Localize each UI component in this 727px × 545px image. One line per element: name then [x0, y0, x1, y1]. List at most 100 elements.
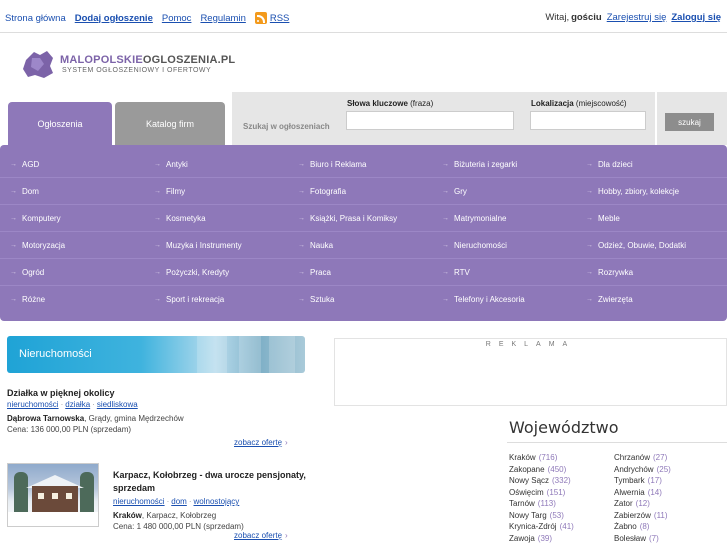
category-link[interactable]: → Zwierzęta	[586, 295, 633, 304]
city-link[interactable]: Zabierzów (11)	[614, 511, 668, 520]
category-link[interactable]: → Sztuka	[298, 295, 334, 304]
category-link[interactable]: → Gry	[442, 187, 467, 196]
category-link[interactable]: → RTV	[442, 268, 470, 277]
keywords-label: Słowa kluczowe (fraza)	[347, 99, 434, 108]
category-link[interactable]: → Ogród	[10, 268, 44, 277]
category-label: Kosmetyka	[166, 214, 206, 223]
city-name: Krynica-Zdrój	[509, 522, 557, 531]
city-link[interactable]: Zakopane (450)	[509, 465, 566, 474]
city-name: Żabno	[614, 522, 637, 531]
city-link[interactable]: Bolesław (7)	[614, 534, 659, 543]
category-link[interactable]: → Komputery	[10, 214, 61, 223]
category-link[interactable]: → Rozrywka	[586, 268, 633, 277]
category-link[interactable]: → AGD	[10, 160, 39, 169]
category-link[interactable]: → Biżuteria i zegarki	[442, 160, 517, 169]
city-link[interactable]: Nowy Targ (53)	[509, 511, 564, 520]
city-link[interactable]: Kraków (716)	[509, 453, 557, 462]
category-label: Komputery	[22, 214, 61, 223]
keywords-input[interactable]	[346, 111, 514, 130]
category-link[interactable]: → Sport i rekreacja	[154, 295, 224, 304]
tab-business-catalog[interactable]: Katalog firm	[115, 102, 225, 146]
city-count: (53)	[549, 510, 564, 520]
register-link[interactable]: Zarejestruj się	[607, 12, 667, 23]
add-listing-link[interactable]: Dodaj ogłoszenie	[75, 13, 153, 24]
site-logo[interactable]: MALOPOLSKIEOGLOSZENIA.PL SYSTEM OGŁOSZEN…	[20, 46, 235, 82]
city-link[interactable]: Tymbark (17)	[614, 476, 662, 485]
city-name: Zawoja	[509, 533, 535, 543]
location-input[interactable]	[530, 111, 646, 130]
category-label: Dla dzieci	[598, 160, 633, 169]
category-link[interactable]: → Filmy	[154, 187, 185, 196]
city-count: (7)	[649, 533, 659, 543]
city-name: Zator	[614, 499, 633, 508]
offer-location: Kraków, Karpacz, Kołobrzeg	[113, 511, 217, 520]
offer-tag[interactable]: dom	[171, 497, 187, 506]
offer-title[interactable]: Karpacz, Kołobrzeg - dwa urocze pensjona…	[113, 469, 308, 495]
real-estate-banner[interactable]: Nieruchomości	[7, 336, 305, 373]
offer-location: Dąbrowa Tarnowska, Grądy, gmina Mędrzech…	[7, 414, 184, 423]
offer-photo[interactable]	[7, 463, 99, 527]
arrow-right-icon: →	[442, 188, 449, 195]
category-link[interactable]: → Nauka	[298, 241, 333, 250]
offer-tag[interactable]: nieruchomości	[7, 400, 59, 409]
category-link[interactable]: → Dla dzieci	[586, 160, 633, 169]
category-link[interactable]: → Odzież, Obuwie, Dodatki	[586, 241, 686, 250]
see-offer-link[interactable]: zobacz ofertę ›	[234, 438, 288, 447]
city-name: Nowy Sącz	[509, 476, 550, 485]
offer-tag[interactable]: wolnostojący	[193, 497, 239, 506]
city-link[interactable]: Andrychów (25)	[614, 465, 671, 474]
city-link[interactable]: Nowy Sącz (332)	[509, 476, 571, 485]
category-link[interactable]: → Hobby, zbiory, kolekcje	[586, 187, 679, 196]
rss-link[interactable]: RSS	[254, 12, 290, 24]
category-link[interactable]: → Biuro i Reklama	[298, 160, 366, 169]
city-count: (716)	[538, 453, 558, 462]
city-link[interactable]: Oświęcim (151)	[509, 488, 565, 497]
login-link[interactable]: Zaloguj się	[671, 12, 721, 23]
offer-title[interactable]: Działka w pięknej okolicy	[7, 388, 307, 398]
city-link[interactable]: Krynica-Zdrój (41)	[509, 522, 574, 531]
category-link[interactable]: → Praca	[298, 268, 331, 277]
offer-tag[interactable]: nieruchomości	[113, 497, 165, 506]
search-label: Szukaj w ogłoszeniach	[243, 122, 330, 131]
city-link[interactable]: Chrzanów (27)	[614, 453, 667, 462]
city-link[interactable]: Zator (12)	[614, 499, 650, 508]
category-link[interactable]: → Motoryzacja	[10, 241, 65, 250]
category-label: Sztuka	[310, 295, 335, 304]
category-link[interactable]: → Fotografia	[298, 187, 346, 196]
category-link[interactable]: → Kosmetyka	[154, 214, 206, 223]
offer-tag[interactable]: działka	[65, 400, 90, 409]
category-label: Fotografia	[310, 187, 347, 196]
category-link[interactable]: → Muzyka i Instrumenty	[154, 241, 242, 250]
see-offer-link[interactable]: zobacz ofertę ›	[234, 531, 288, 540]
category-link[interactable]: → Różne	[10, 295, 45, 304]
home-link[interactable]: Strona główna	[5, 13, 66, 24]
category-label: Gry	[454, 187, 467, 196]
category-label: Nieruchomości	[454, 241, 507, 250]
tab-ads[interactable]: Ogłoszenia	[8, 102, 112, 146]
city-link[interactable]: Alwernia (14)	[614, 488, 662, 497]
category-link[interactable]: → Meble	[586, 214, 620, 223]
category-link[interactable]: → Nieruchomości	[442, 241, 507, 250]
city-link[interactable]: Żabno (8)	[614, 522, 649, 531]
category-link[interactable]: → Matrymonialne	[442, 214, 506, 223]
search-button[interactable]: szukaj	[665, 113, 714, 131]
help-link[interactable]: Pomoc	[162, 13, 192, 24]
city-count: (14)	[647, 487, 662, 497]
category-row: → AGD → Antyki → Biuro i Reklama → Biżuteria i …	[0, 151, 727, 178]
arrow-right-icon: →	[154, 269, 161, 276]
category-link[interactable]: → Książki, Prasa i Komiksy	[298, 214, 397, 223]
arrow-right-icon: →	[586, 269, 593, 276]
category-link[interactable]: → Telefony i Akcesoria	[442, 295, 525, 304]
terms-link[interactable]: Regulamin	[200, 13, 245, 24]
category-link[interactable]: → Dom	[10, 187, 39, 196]
advertisement-box[interactable]: REKLAMA	[334, 338, 727, 406]
city-link[interactable]: Tarnów (113)	[509, 499, 556, 508]
offer-tag[interactable]: siedliskowa	[97, 400, 138, 409]
city-count: (151)	[546, 487, 566, 497]
arrow-right-icon: →	[586, 242, 593, 249]
city-link[interactable]: Zawoja (39)	[509, 534, 552, 543]
category-link[interactable]: → Antyki	[154, 160, 188, 169]
category-link[interactable]: → Pożyczki, Kredyty	[154, 268, 229, 277]
rss-label[interactable]: RSS	[270, 13, 290, 24]
city-name: Chrzanów	[614, 453, 651, 462]
